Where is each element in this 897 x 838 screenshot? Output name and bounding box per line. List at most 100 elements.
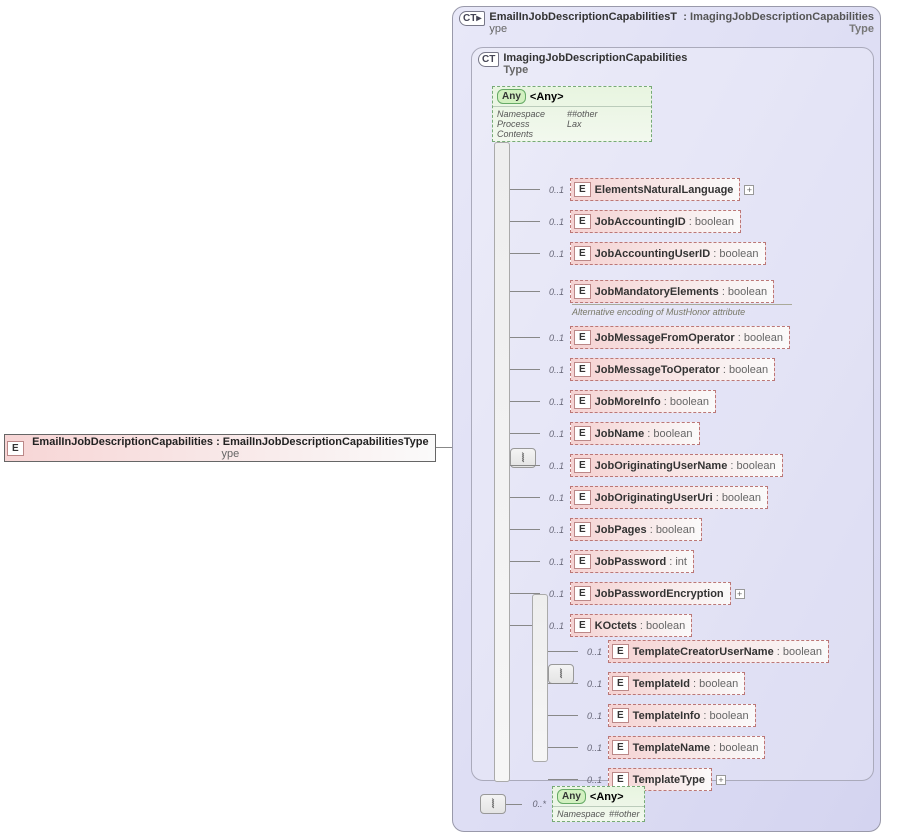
any-wildcard-block: Any <Any> Namespace##other Process Conte… xyxy=(492,86,652,142)
root-element: E EmailInJobDescriptionCapabilities : Em… xyxy=(4,434,436,462)
expand-icon[interactable]: + xyxy=(735,589,745,599)
connector-line xyxy=(510,369,540,370)
schema-element-row: 0..1 EJobPassword : int xyxy=(540,550,694,573)
element-name-label: JobOriginatingUserName : boolean xyxy=(595,460,776,472)
element-badge-icon: E xyxy=(574,246,591,261)
schema-element-box: EJobPassword : int xyxy=(570,550,694,573)
element-badge-icon: E xyxy=(574,618,591,633)
expand-icon[interactable]: + xyxy=(716,775,726,785)
any-badge-icon: Any xyxy=(557,789,586,804)
cardinality-label: 0..1 xyxy=(542,525,564,535)
cardinality-label: 0..* xyxy=(524,799,546,809)
schema-element-row: 0..1EElementsNaturalLanguage+ xyxy=(540,178,754,201)
connector-line xyxy=(510,221,540,222)
cardinality-label: 0..1 xyxy=(542,287,564,297)
schema-element-row: 0..1ETemplateInfo : boolean xyxy=(578,704,756,727)
schema-element-box: E JobMandatoryElements : boolean xyxy=(570,280,774,303)
element-badge-icon: E xyxy=(7,441,24,456)
element-badge-icon: E xyxy=(574,554,591,569)
connector-line xyxy=(436,447,452,448)
cardinality-label: 0..1 xyxy=(542,397,564,407)
element-badge-icon: E xyxy=(574,394,591,409)
element-badge-icon: E xyxy=(574,362,591,377)
cardinality-label: 0..1 xyxy=(542,493,564,503)
cardinality-label: 0..1 xyxy=(542,557,564,567)
expand-icon[interactable]: + xyxy=(744,185,754,195)
schema-element-row: 0..1EJobName : boolean xyxy=(540,422,700,445)
connector-line xyxy=(548,779,578,780)
connector-line xyxy=(510,529,540,530)
schema-element-row: 0..1 E JobMoreInfo : boolean xyxy=(540,390,716,413)
bottom-any-row: 0..* Any <Any> Namespace##other xyxy=(480,786,645,822)
schema-element-box: E JobPages : boolean xyxy=(570,518,702,541)
connector-line xyxy=(510,189,540,190)
element-name-label: JobAccountingUserID : boolean xyxy=(595,248,759,260)
element-name-label: JobPasswordEncryption xyxy=(595,588,724,600)
element-badge-icon: E xyxy=(612,676,629,691)
element-name-label: JobPages : boolean xyxy=(595,524,695,536)
schema-element-box: E KOctets : boolean xyxy=(570,614,692,637)
any-badge-icon: Any xyxy=(497,89,526,104)
documentation-note: Alternative encoding of MustHonor attrib… xyxy=(572,304,792,317)
element-badge-icon: E xyxy=(574,522,591,537)
element-name-label: JobName : boolean xyxy=(595,428,693,440)
schema-element-box: EJobPasswordEncryption xyxy=(570,582,731,605)
element-name-label: TemplateCreatorUserName : boolean xyxy=(633,646,822,658)
element-badge-icon: E xyxy=(574,284,591,299)
schema-element-row: 0..1EJobPasswordEncryption+ xyxy=(540,582,745,605)
schema-element-row: 0..1 E JobPages : boolean xyxy=(540,518,702,541)
outer-complextype-header: CT▸ EmailInJobDescriptionCapabilitiesT y… xyxy=(453,7,880,37)
cardinality-label: 0..1 xyxy=(580,711,602,721)
schema-element-box: EElementsNaturalLanguage xyxy=(570,178,740,201)
sequence-compositor-icon xyxy=(480,794,506,814)
connector-line xyxy=(548,651,578,652)
connector-line xyxy=(510,291,540,292)
element-badge-icon: E xyxy=(574,490,591,505)
connector-line xyxy=(510,561,540,562)
element-name-label: JobMandatoryElements : boolean xyxy=(595,286,767,298)
element-name-label: JobOriginatingUserUri : boolean xyxy=(595,492,761,504)
schema-element-row: 0..1EJobMessageToOperator : boolean xyxy=(540,358,775,381)
element-name-label: JobMessageToOperator : boolean xyxy=(595,364,768,376)
connector-line xyxy=(510,465,540,466)
connector-line xyxy=(548,683,578,684)
complextype-badge-icon: CT▸ xyxy=(459,11,485,26)
element-badge-icon: E xyxy=(612,740,629,755)
root-element-label: EmailInJobDescriptionCapabilities : Emai… xyxy=(28,436,433,460)
element-name-label: JobMoreInfo : boolean xyxy=(595,396,709,408)
schema-element-row: 0..1 E JobMandatoryElements : boolean xyxy=(540,280,774,303)
any-wildcard-block: Any <Any> Namespace##other xyxy=(552,786,645,822)
schema-element-row: 0..1EJobAccountingID : boolean xyxy=(540,210,741,233)
schema-element-box: E JobMoreInfo : boolean xyxy=(570,390,716,413)
connector-line xyxy=(510,433,540,434)
schema-element-row: 0..1 E JobOriginatingUserUri : boolean xyxy=(540,486,768,509)
element-name-label: TemplateName : boolean xyxy=(633,742,759,754)
schema-element-row: 0..1 E TemplateId : boolean xyxy=(578,672,745,695)
cardinality-label: 0..1 xyxy=(580,679,602,689)
sequence-container-bar xyxy=(494,142,510,782)
element-name-label: ElementsNaturalLanguage xyxy=(595,184,734,196)
complextype-badge-icon: CT xyxy=(478,52,499,67)
element-name-label: TemplateId : boolean xyxy=(633,678,739,690)
inner-complextype-header: CT ImagingJobDescriptionCapabilities Typ… xyxy=(472,48,873,78)
cardinality-label: 0..1 xyxy=(580,647,602,657)
connector-line xyxy=(510,253,540,254)
schema-element-row: 0..1 E TemplateCreatorUserName : boolean xyxy=(578,640,829,663)
element-badge-icon: E xyxy=(574,214,591,229)
schema-element-row: 0..1EKOctets : boolean xyxy=(540,614,692,637)
schema-element-box: E JobMessageToOperator : boolean xyxy=(570,358,775,381)
element-badge-icon: E xyxy=(612,644,629,659)
element-badge-icon: E xyxy=(574,330,591,345)
cardinality-label: 0..1 xyxy=(542,461,564,471)
schema-element-box: E TemplateCreatorUserName : boolean xyxy=(608,640,829,663)
schema-element-box: E JobOriginatingUserUri : boolean xyxy=(570,486,768,509)
cardinality-label: 0..1 xyxy=(542,429,564,439)
inner-complextype: CT ImagingJobDescriptionCapabilities Typ… xyxy=(471,47,874,781)
element-name-label: JobMessageFromOperator : boolean xyxy=(595,332,783,344)
cardinality-label: 0..1 xyxy=(580,775,602,785)
element-name-label: KOctets : boolean xyxy=(595,620,686,632)
sequence-compositor-icon xyxy=(548,664,574,684)
schema-element-row: 0..1 EJobOriginatingUserName : boolean xyxy=(540,454,783,477)
schema-element-box: EJobOriginatingUserName : boolean xyxy=(570,454,783,477)
schema-element-box: E JobAccountingUserID : boolean xyxy=(570,242,766,265)
